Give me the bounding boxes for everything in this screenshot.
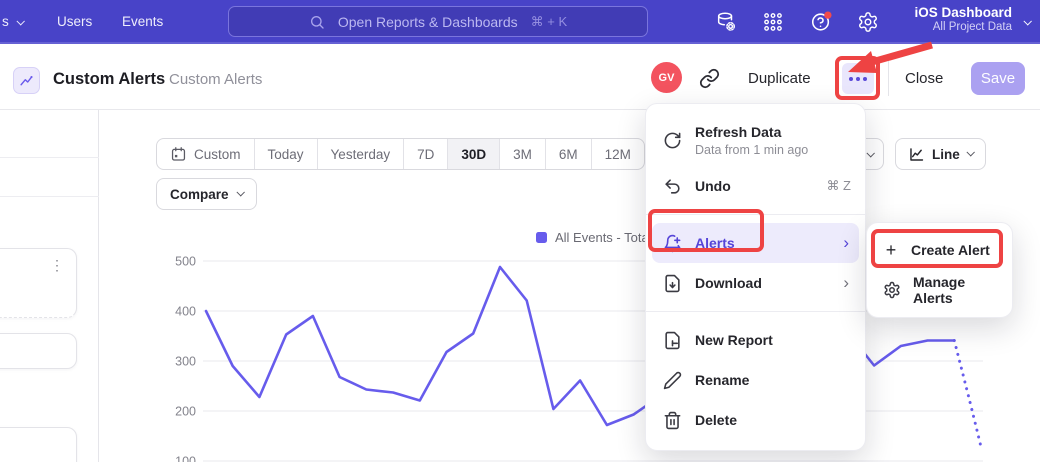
svg-text:500: 500 bbox=[175, 255, 196, 269]
nav-item-users[interactable]: Users bbox=[57, 14, 92, 29]
panel-row[interactable] bbox=[0, 110, 99, 158]
date-range-12m[interactable]: 12M bbox=[591, 139, 644, 169]
nav-item-events[interactable]: Events bbox=[122, 14, 163, 29]
line-chart-icon bbox=[908, 146, 925, 163]
report-type-icon bbox=[13, 67, 40, 94]
chevron-right-icon: › bbox=[843, 233, 849, 253]
chevron-down-icon bbox=[236, 188, 244, 196]
svg-text:300: 300 bbox=[175, 355, 196, 369]
menu-item-new-report[interactable]: New Report bbox=[646, 320, 865, 360]
alerts-submenu: + Create Alert Manage Alerts bbox=[866, 222, 1013, 318]
breadcrumb: Custom Alerts bbox=[169, 71, 262, 88]
copy-link-icon[interactable] bbox=[699, 68, 720, 89]
panel-card[interactable]: ⋮ bbox=[0, 248, 77, 318]
date-range-selector: Custom Today Yesterday 7D 30D 3M 6M 12M bbox=[156, 138, 645, 170]
divider bbox=[888, 60, 889, 96]
compare-button[interactable]: Compare bbox=[156, 178, 257, 210]
page-title: Custom Alerts bbox=[53, 70, 165, 89]
data-settings-icon[interactable] bbox=[715, 11, 737, 33]
context-menu: Refresh DataData from 1 min ago Undo ⌘ Z… bbox=[645, 103, 866, 451]
trash-icon bbox=[663, 411, 682, 430]
svg-text:400: 400 bbox=[175, 305, 196, 319]
submenu-item-manage-alerts[interactable]: Manage Alerts bbox=[867, 270, 1012, 310]
report-header: ‹ Custom Alerts Custom Alerts GV Duplica… bbox=[0, 44, 1040, 110]
svg-text:100: 100 bbox=[175, 455, 196, 462]
search-placeholder: Open Reports & Dashboards bbox=[338, 14, 518, 30]
submenu-item-create-alert[interactable]: + Create Alert bbox=[867, 230, 1012, 270]
date-range-7d[interactable]: 7D bbox=[403, 139, 447, 169]
pencil-icon bbox=[663, 371, 682, 390]
menu-item-alerts[interactable]: Alerts› bbox=[652, 223, 859, 263]
chevron-down-icon bbox=[866, 149, 874, 157]
chevron-down-icon bbox=[16, 17, 24, 25]
menu-item-delete[interactable]: Delete bbox=[646, 400, 865, 440]
menu-divider bbox=[646, 311, 865, 312]
chevron-right-icon: › bbox=[843, 273, 849, 293]
duplicate-button[interactable]: Duplicate bbox=[748, 70, 811, 87]
legend-swatch bbox=[536, 232, 547, 243]
project-selector[interactable]: iOS Dashboard All Project Data bbox=[914, 5, 1012, 33]
nav-item-fragment[interactable]: s bbox=[2, 14, 23, 29]
chart-type-button[interactable]: Line bbox=[895, 138, 986, 170]
app-window: 500 400 300 200 100 All Events - Total s Use… bbox=[0, 0, 1040, 462]
menu-item-undo[interactable]: Undo ⌘ Z bbox=[646, 166, 865, 206]
search-icon bbox=[309, 14, 325, 30]
menu-item-download[interactable]: Download› bbox=[646, 263, 865, 303]
chevron-down-icon bbox=[1023, 17, 1031, 25]
help-icon[interactable] bbox=[810, 11, 832, 33]
save-button[interactable]: Save bbox=[971, 62, 1025, 95]
more-options-button[interactable] bbox=[842, 63, 874, 94]
gear-icon bbox=[883, 281, 901, 299]
undo-shortcut: ⌘ Z bbox=[826, 178, 851, 194]
menu-item-refresh-data[interactable]: Refresh DataData from 1 min ago bbox=[646, 114, 865, 166]
date-range-today[interactable]: Today bbox=[254, 139, 317, 169]
plus-icon: + bbox=[883, 240, 899, 261]
project-name: iOS Dashboard bbox=[914, 5, 1012, 20]
panel-row[interactable] bbox=[0, 158, 99, 197]
date-range-custom[interactable]: Custom bbox=[157, 139, 254, 169]
chart-legend: All Events - Total bbox=[536, 230, 652, 245]
date-range-6m[interactable]: 6M bbox=[545, 139, 591, 169]
panel-card[interactable] bbox=[0, 333, 77, 369]
apps-grid-icon[interactable] bbox=[762, 11, 784, 33]
search-input[interactable]: Open Reports & Dashboards ⌘ + K bbox=[228, 6, 648, 37]
date-range-30d[interactable]: 30D bbox=[447, 139, 499, 169]
settings-gear-icon[interactable] bbox=[857, 11, 879, 33]
top-navbar: s Users Events Open Reports & Dashboards… bbox=[0, 0, 1040, 44]
menu-divider bbox=[646, 214, 865, 215]
calendar-icon bbox=[170, 146, 187, 163]
refresh-subtitle: Data from 1 min ago bbox=[695, 143, 808, 157]
panel-card[interactable] bbox=[0, 427, 77, 462]
undo-icon bbox=[663, 177, 682, 196]
close-button[interactable]: Close bbox=[905, 70, 943, 87]
file-plus-icon bbox=[663, 331, 682, 350]
kebab-menu-icon[interactable]: ⋮ bbox=[50, 257, 64, 274]
refresh-icon bbox=[663, 131, 682, 150]
bell-plus-icon bbox=[663, 234, 682, 253]
svg-text:200: 200 bbox=[175, 405, 196, 419]
file-download-icon bbox=[663, 274, 682, 293]
legend-label: All Events - Total bbox=[555, 230, 652, 245]
avatar[interactable]: GV bbox=[651, 62, 682, 93]
menu-item-rename[interactable]: Rename bbox=[646, 360, 865, 400]
date-range-yesterday[interactable]: Yesterday bbox=[317, 139, 404, 169]
project-scope: All Project Data bbox=[914, 21, 1012, 33]
search-shortcut: ⌘ + K bbox=[531, 14, 568, 30]
left-panel: ⋮ bbox=[0, 110, 99, 462]
date-range-3m[interactable]: 3M bbox=[499, 139, 545, 169]
chevron-down-icon bbox=[966, 148, 974, 156]
